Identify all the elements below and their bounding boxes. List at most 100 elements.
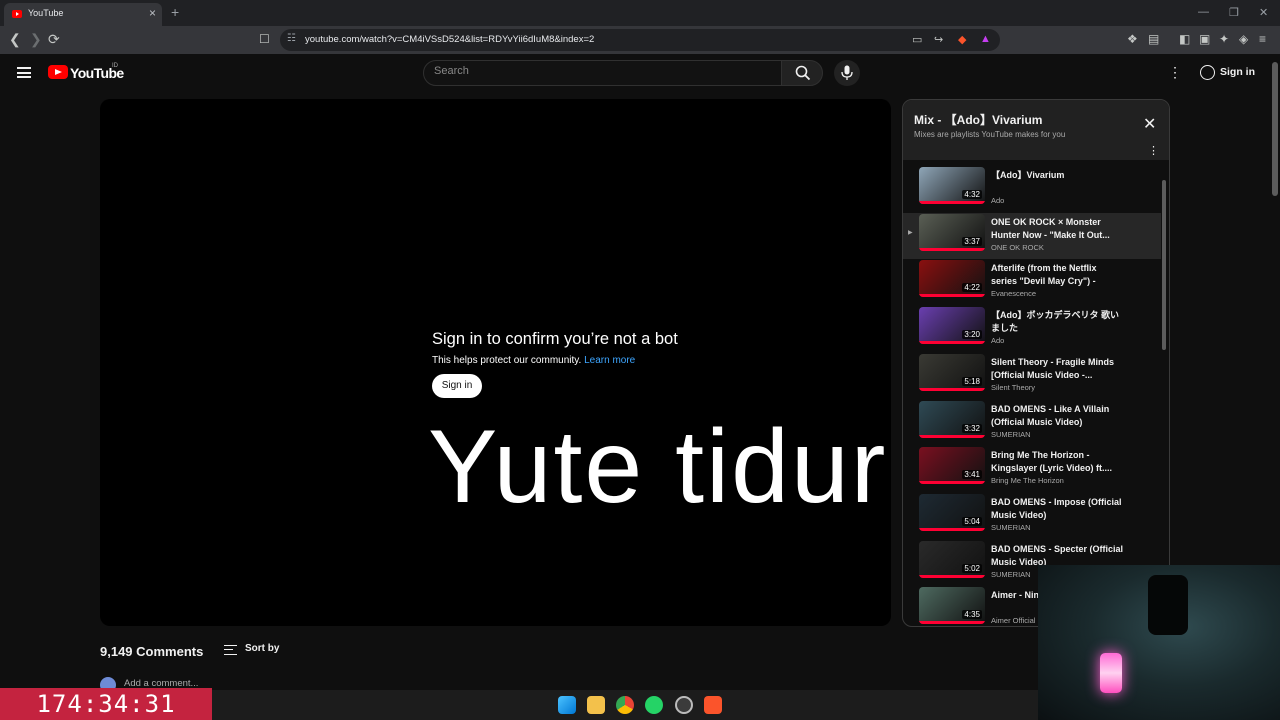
voice-search-button[interactable] [834,60,860,86]
video-duration: 4:32 [962,190,982,199]
taskbar [212,690,1038,720]
reload-icon[interactable]: ⟳ [48,31,60,47]
extensions-icon[interactable]: ❖ [1127,32,1138,46]
youtube-logo-icon[interactable] [48,65,68,79]
video-thumbnail[interactable]: 3:20 [919,307,985,345]
video-duration: 4:35 [962,610,982,620]
channel-name[interactable]: SUMERIAN [991,523,1031,532]
learn-more-link[interactable]: Learn more [584,355,635,366]
channel-name[interactable]: Silent Theory [991,383,1035,392]
video-title[interactable]: ONE OK ROCK × Monster Hunter Now - "Make… [991,216,1125,242]
stream-timer: 174:34:31 [0,688,212,720]
player-signin-button[interactable]: Sign in [432,374,482,398]
tab-title: YouTube [28,8,64,18]
windows-start-icon[interactable] [558,696,576,714]
channel-name[interactable]: Bring Me The Horizon [991,476,1064,485]
playlist-item[interactable]: ▶ 3:37 ONE OK ROCK × Monster Hunter Now - … [903,212,1161,259]
url-text[interactable]: youtube.com/watch?v=CM4iVSsD524&list=RDY… [305,34,594,45]
back-icon[interactable]: ❮ [9,31,21,47]
minimize-button[interactable]: — [1198,6,1209,18]
cast-icon[interactable]: ▭ [912,33,922,46]
settings-kebab-icon[interactable]: ⋮ [1168,64,1182,81]
tab-search-icon[interactable]: ▤ [1148,32,1159,46]
channel-name[interactable]: Evanescence [991,289,1036,298]
video-title[interactable]: Afterlife (from the Netflix series "Devi… [991,262,1125,288]
video-player[interactable]: Sign in to confirm you’re not a bot This… [100,99,891,626]
video-thumbnail[interactable]: 4:22 [919,260,985,298]
leo-ai-icon[interactable]: ✦ [1219,32,1229,46]
video-thumbnail[interactable]: 4:32 [919,167,985,204]
video-duration: 3:41 [962,470,982,480]
sidebar-icon[interactable]: ◧ [1179,32,1190,46]
playlist-item[interactable]: 4:22 Afterlife (from the Netflix series "… [903,259,1161,305]
playlist-title[interactable]: Mix - 【Ado】Vivarium [914,111,1042,128]
browser-tab[interactable]: YouTube × [4,3,162,26]
playlist-scrollbar[interactable] [1161,170,1167,350]
video-thumbnail[interactable]: 5:18 [919,353,985,391]
channel-name[interactable]: Aimer Official [991,616,1035,625]
brave-icon[interactable] [704,696,722,714]
video-title[interactable]: 【Ado】Vivarium [991,169,1125,182]
search-button[interactable] [781,60,823,86]
playlist-scrollbar-thumb[interactable] [1162,180,1166,350]
video-thumbnail[interactable]: 3:41 [919,447,985,485]
playlist-subtitle: Mixes are playlists YouTube makes for yo… [914,130,1066,139]
channel-name[interactable]: SUMERIAN [991,430,1031,439]
bot-check-title: Sign in to confirm you’re not a bot [432,330,678,348]
bookmark-icon[interactable]: ☐ [259,31,270,47]
channel-name[interactable]: Ado [991,336,1004,345]
video-thumbnail[interactable]: 3:37 [919,213,985,251]
sort-icon [224,645,237,655]
close-window-button[interactable]: ✕ [1259,6,1268,19]
brave-rewards-icon[interactable]: ▲ [980,33,991,45]
guide-menu-icon[interactable] [17,67,31,78]
bot-check-subtitle: This helps protect our community. Learn … [432,355,635,366]
playlist-item[interactable]: 3:32 BAD OMENS - Like A Villain (Official… [903,400,1161,446]
watch-progress-bar [919,247,985,251]
video-duration: 4:22 [962,283,982,293]
new-tab-button[interactable]: + [171,4,179,20]
youtube-header: YouTube ID ⋮ Sign in [0,54,1268,94]
playlist-menu-icon[interactable]: ⋮ [1148,144,1159,157]
video-thumbnail[interactable]: 3:32 [919,400,985,438]
file-explorer-icon[interactable] [587,696,605,714]
search-input[interactable] [434,65,764,77]
channel-name[interactable]: SUMERIAN [991,570,1031,579]
wallet-icon[interactable]: ▣ [1199,32,1210,46]
video-title[interactable]: 【Ado】ボッカデラベリタ 歌いました [991,309,1125,335]
vpn-icon[interactable]: ◈ [1239,32,1248,46]
site-info-icon[interactable]: ☷ [287,33,296,44]
video-title[interactable]: BAD OMENS - Like A Villain (Official Mus… [991,403,1125,429]
app-icon[interactable] [675,696,693,714]
playlist-item[interactable]: 5:18 Silent Theory - Fragile Minds [Offic… [903,353,1161,399]
video-duration: 3:20 [962,330,982,340]
video-thumbnail[interactable]: 4:35 [919,587,985,625]
video-duration: 5:04 [962,516,982,526]
watch-progress-bar [919,341,985,345]
tab-close-icon[interactable]: × [149,6,156,20]
address-bar[interactable]: ☷ youtube.com/watch?v=CM4iVSsD524&list=R… [280,29,1000,51]
close-icon[interactable]: ✕ [1143,114,1156,134]
video-title[interactable]: BAD OMENS - Impose (Official Music Video… [991,496,1125,522]
video-title[interactable]: Bring Me The Horizon - Kingslayer (Lyric… [991,449,1125,475]
forward-icon[interactable]: ❯ [30,31,42,47]
brave-shields-icon[interactable]: ◆ [958,33,966,46]
playlist-item[interactable]: 3:41 Bring Me The Horizon - Kingslayer (L… [903,446,1161,492]
page-scrollbar-thumb[interactable] [1272,62,1278,196]
channel-name[interactable]: Ado [991,196,1004,205]
whatsapp-icon[interactable] [645,696,663,714]
search-box[interactable] [423,60,782,86]
chrome-icon[interactable] [616,696,634,714]
playlist-item[interactable]: 4:32 【Ado】Vivarium Ado [903,166,1161,212]
playlist-item[interactable]: 5:04 BAD OMENS - Impose (Official Music V… [903,493,1161,539]
restore-button[interactable]: ❐ [1229,6,1239,19]
video-thumbnail[interactable]: 5:02 [919,540,985,578]
header-signin-label: Sign in [1220,66,1255,78]
channel-name[interactable]: ONE OK ROCK [991,243,1044,252]
video-thumbnail[interactable]: 5:04 [919,493,985,531]
video-title[interactable]: Silent Theory - Fragile Minds [Official … [991,356,1125,382]
share-icon[interactable]: ↪ [934,33,943,46]
browser-toolbar: ❮ ❯ ⟳ ☐ ☷ youtube.com/watch?v=CM4iVSsD52… [0,26,1280,54]
menu-icon[interactable]: ≡ [1259,32,1266,46]
playlist-item[interactable]: 3:20 【Ado】ボッカデラベリタ 歌いました Ado [903,306,1161,352]
